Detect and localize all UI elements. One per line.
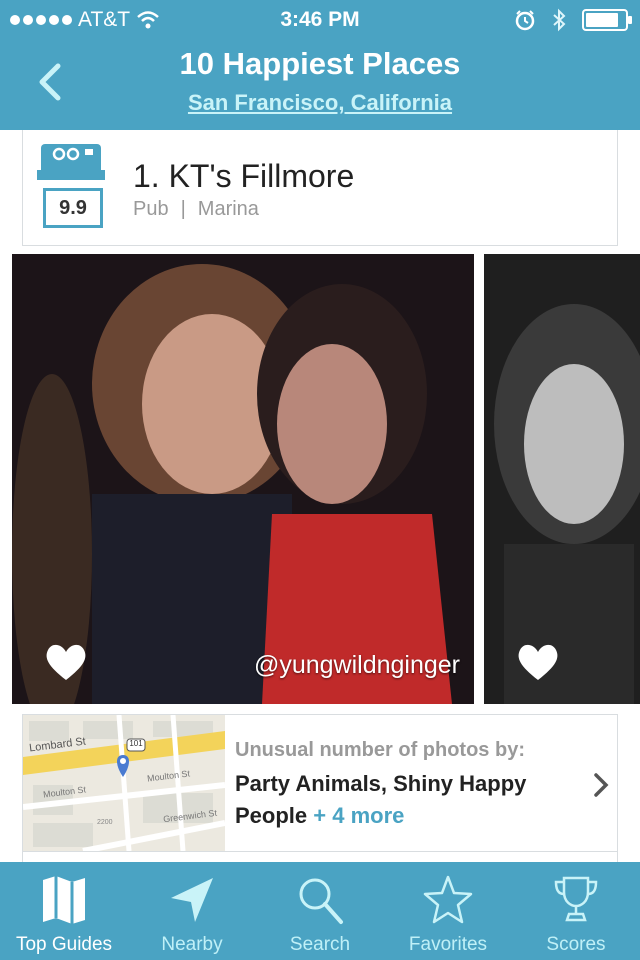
place-meta: Pub | Marina bbox=[133, 198, 259, 221]
battery-icon bbox=[582, 9, 632, 31]
stats-groups: Party Animals, Shiny Happy People + 4 mo… bbox=[235, 768, 575, 832]
city-link[interactable]: San Francisco, California bbox=[188, 90, 452, 115]
meta-separator: | bbox=[180, 198, 186, 220]
photo-credit: @yungwildnginger bbox=[253, 651, 460, 679]
heart-icon[interactable] bbox=[516, 642, 560, 682]
map-thumbnail[interactable]: Lombard St 101 Moulton St Moulton St Gre… bbox=[23, 715, 225, 851]
tab-scores[interactable]: Scores bbox=[512, 862, 640, 960]
map-image bbox=[23, 715, 225, 851]
tab-nearby[interactable]: Nearby bbox=[128, 862, 256, 960]
tab-search[interactable]: Search bbox=[256, 862, 384, 960]
star-icon bbox=[423, 875, 473, 924]
tab-top-guides[interactable]: Top Guides bbox=[0, 862, 128, 960]
photo-image bbox=[484, 254, 640, 704]
stats-text: Unusual number of photos by: Party Anima… bbox=[235, 739, 575, 832]
photo-image bbox=[12, 254, 474, 704]
location-arrow-icon bbox=[171, 878, 213, 922]
search-icon bbox=[299, 878, 343, 924]
page-title: 10 Happiest Places bbox=[179, 46, 461, 81]
place-name: 1. KT's Fillmore bbox=[133, 158, 355, 194]
city-link-wrap: San Francisco, California bbox=[0, 90, 640, 116]
alarm-icon bbox=[515, 10, 535, 31]
place-category: Pub bbox=[133, 198, 169, 220]
place-neighborhood: Marina bbox=[197, 198, 259, 220]
stats-label: Unusual number of photos by: bbox=[235, 739, 525, 761]
map-address-number: 2200 bbox=[97, 819, 113, 826]
photo-carousel[interactable]: @yungwildnginger bbox=[0, 254, 640, 704]
status-right-icons bbox=[514, 8, 632, 32]
stats-row[interactable]: Lombard St 101 Moulton St Moulton St Gre… bbox=[22, 714, 618, 852]
map-icon bbox=[43, 876, 85, 924]
map-route-shield: 101 bbox=[129, 739, 143, 748]
status-bar: AT&T 3:46 PM bbox=[0, 0, 640, 40]
tab-label: Search bbox=[289, 934, 351, 955]
place-header[interactable]: 9.9 1. KT's Fillmore Pub | Marina bbox=[22, 130, 618, 246]
score-badge: 9.9 bbox=[37, 140, 105, 230]
tab-favorites[interactable]: Favorites bbox=[384, 862, 512, 960]
card-divider bbox=[22, 852, 618, 862]
tab-label: Favorites bbox=[408, 934, 488, 955]
photo-card[interactable]: @yungwildnginger bbox=[12, 254, 474, 704]
camera-icon bbox=[37, 144, 105, 180]
score-value: 9.9 bbox=[43, 188, 103, 228]
heart-icon[interactable] bbox=[44, 642, 88, 682]
photo-card[interactable] bbox=[484, 254, 640, 704]
tab-label: Top Guides bbox=[15, 934, 113, 955]
bluetooth-icon bbox=[553, 8, 566, 32]
more-link[interactable]: + 4 more bbox=[313, 803, 404, 828]
tab-label: Scores bbox=[546, 934, 606, 955]
trophy-icon bbox=[554, 876, 598, 922]
tab-bar: Top Guides Nearby Search Favorites Score… bbox=[0, 862, 640, 960]
tab-label: Nearby bbox=[161, 934, 223, 955]
header-bar: AT&T 3:46 PM 10 Happiest Places San Fran… bbox=[0, 0, 640, 130]
chevron-right-icon[interactable] bbox=[591, 771, 611, 799]
place-card: 9.9 1. KT's Fillmore Pub | Marina @yungwil… bbox=[0, 130, 640, 862]
